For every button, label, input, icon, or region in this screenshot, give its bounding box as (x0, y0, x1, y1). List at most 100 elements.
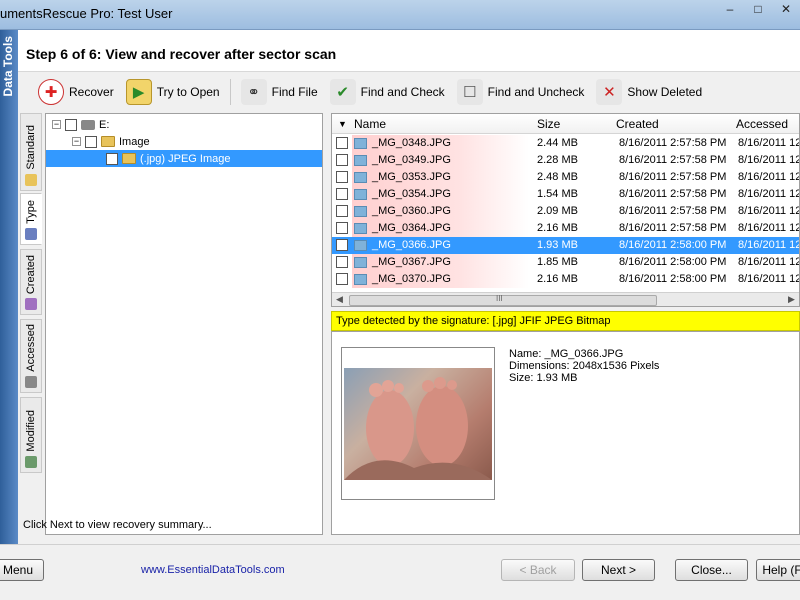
toolbar: ✚ Recover ▶ Try to Open ⚭ Find File ✔ Fi… (18, 73, 800, 111)
jpeg-file-icon (354, 240, 367, 251)
jpeg-file-icon (354, 206, 367, 217)
file-list: ▼ Name Size Created Accessed _MG_0348.JP… (331, 113, 800, 307)
jpeg-file-icon (354, 138, 367, 149)
status-text: Click Next to view recovery summary... (23, 519, 212, 531)
website-link[interactable]: www.EssentialDataTools.com (141, 564, 285, 576)
try-to-open-button[interactable]: ▶ Try to Open (120, 75, 226, 109)
show-deleted-label: Show Deleted (627, 85, 703, 99)
row-checkbox[interactable] (336, 222, 348, 234)
binoculars-check-icon: ✔ (329, 79, 356, 105)
find-file-label: Find File (271, 85, 318, 99)
table-row[interactable]: _MG_0366.JPG 1.93 MB 8/16/2011 2:58:00 PM 8… (332, 237, 799, 254)
modified-icon (25, 456, 37, 468)
column-accessed[interactable]: Accessed (736, 117, 788, 131)
cell-accessed: 8/16/2011 12 (738, 188, 800, 200)
tree-node-drive[interactable]: − E: (52, 116, 109, 133)
table-row[interactable]: _MG_0360.JPG 2.09 MB 8/16/2011 2:57:58 PM 8… (332, 203, 799, 220)
collapse-toggle-icon[interactable]: − (72, 137, 81, 146)
window-title: umentsRescue Pro: Test User (0, 6, 173, 21)
tab-created[interactable]: Created (20, 249, 42, 315)
minimize-button[interactable]: – (716, 0, 744, 20)
list-header: ▼ Name Size Created Accessed (332, 114, 799, 134)
scroll-grip: III (496, 294, 503, 303)
cell-created: 8/16/2011 2:57:58 PM (619, 188, 727, 200)
find-and-uncheck-button[interactable]: ☐ Find and Uncheck (451, 75, 591, 109)
cell-name: _MG_0348.JPG (372, 137, 451, 149)
menu-button[interactable]: Menu (0, 559, 44, 581)
drive-icon (81, 119, 95, 130)
back-label: < Back (519, 563, 557, 577)
table-row[interactable]: _MG_0354.JPG 1.54 MB 8/16/2011 2:57:58 PM 8… (332, 186, 800, 203)
file-info: Name: _MG_0366.JPG Dimensions: 2048x1536… (509, 348, 659, 384)
close-window-button[interactable]: ✕ (772, 0, 800, 20)
tree-node-jpeg[interactable]: (.jpg) JPEG Image (46, 150, 322, 167)
scroll-thumb[interactable]: III (349, 294, 657, 306)
jpeg-file-icon (354, 274, 367, 285)
next-label: Next > (600, 563, 636, 577)
row-checkbox[interactable] (336, 188, 348, 200)
table-row[interactable]: _MG_0370.JPG 2.16 MB 8/16/2011 2:58:00 PM 8… (332, 271, 800, 288)
help-button[interactable]: Help (F (756, 559, 800, 581)
table-row[interactable]: _MG_0364.JPG 2.16 MB 8/16/2011 2:57:58 PM 8… (332, 220, 799, 237)
maximize-button[interactable]: □ (744, 0, 772, 20)
find-file-button[interactable]: ⚭ Find File (235, 75, 324, 109)
back-button[interactable]: < Back (501, 559, 575, 581)
toolbar-separator (229, 79, 231, 105)
tree-checkbox[interactable] (85, 135, 97, 148)
tree-checkbox[interactable] (106, 152, 118, 165)
column-created[interactable]: Created (616, 117, 659, 131)
tab-accessed[interactable]: Accessed (20, 319, 42, 393)
jpeg-file-icon (354, 172, 367, 183)
cell-accessed: 8/16/2011 12 (738, 137, 800, 149)
cell-name: _MG_0360.JPG (372, 205, 451, 217)
tab-standard[interactable]: Standard (20, 113, 42, 191)
row-checkbox[interactable] (336, 256, 348, 268)
row-checkbox[interactable] (336, 239, 348, 251)
cell-accessed: 8/16/2011 12 (738, 154, 800, 166)
cell-size: 1.85 MB (537, 256, 578, 268)
table-row[interactable]: _MG_0348.JPG 2.44 MB 8/16/2011 2:57:58 PM 8… (332, 135, 800, 152)
cell-accessed: 8/16/2011 12 (738, 273, 800, 285)
signature-bar: Type detected by the signature: [.jpg] J… (331, 311, 800, 331)
help-label: Help (F (762, 563, 800, 577)
tab-type[interactable]: Type (20, 193, 42, 245)
jpeg-file-icon (354, 155, 367, 166)
horizontal-scrollbar[interactable]: ◀ III ▶ (332, 292, 799, 306)
side-tabs: Standard Type Created Accessed Modified (18, 113, 44, 503)
row-checkbox[interactable] (336, 205, 348, 217)
table-row[interactable]: _MG_0353.JPG 2.48 MB 8/16/2011 2:57:58 PM 8… (332, 169, 799, 186)
row-checkbox[interactable] (336, 171, 348, 183)
cell-created: 8/16/2011 2:57:58 PM (619, 154, 727, 166)
show-deleted-button[interactable]: ✕ Show Deleted (590, 75, 708, 109)
cell-size: 1.54 MB (537, 188, 578, 200)
sort-arrow-icon: ▼ (338, 119, 347, 129)
tree-checkbox[interactable] (65, 118, 77, 131)
cell-name: _MG_0370.JPG (372, 273, 451, 285)
scroll-left-icon[interactable]: ◀ (336, 294, 343, 305)
brand-strip: Data Tools (0, 30, 18, 550)
recover-button[interactable]: ✚ Recover (32, 75, 120, 109)
table-row[interactable]: _MG_0367.JPG 1.85 MB 8/16/2011 2:58:00 PM 8… (332, 254, 799, 271)
scroll-right-icon[interactable]: ▶ (788, 294, 795, 305)
cell-name: _MG_0364.JPG (372, 222, 451, 234)
column-name[interactable]: Name (354, 117, 386, 131)
close-button[interactable]: Close... (675, 559, 748, 581)
row-checkbox[interactable] (336, 273, 348, 285)
cell-created: 8/16/2011 2:57:58 PM (619, 222, 727, 234)
collapse-toggle-icon[interactable]: − (52, 120, 61, 129)
cell-created: 8/16/2011 2:57:58 PM (619, 137, 727, 149)
column-size[interactable]: Size (537, 117, 560, 131)
cell-created: 8/16/2011 2:58:00 PM (619, 273, 727, 285)
find-and-check-button[interactable]: ✔ Find and Check (324, 75, 451, 109)
cell-created: 8/16/2011 2:57:58 PM (619, 171, 727, 183)
row-checkbox[interactable] (336, 154, 348, 166)
table-row[interactable]: _MG_0349.JPG 2.28 MB 8/16/2011 2:57:58 PM 8… (332, 152, 800, 169)
photo-thumbnail (344, 368, 492, 480)
tab-modified[interactable]: Modified (20, 397, 42, 473)
cell-size: 2.28 MB (537, 154, 578, 166)
row-checkbox[interactable] (336, 137, 348, 149)
tab-created-label: Created (25, 254, 37, 294)
tree-node-image[interactable]: − Image (72, 133, 150, 150)
cell-size: 2.16 MB (537, 222, 578, 234)
next-button[interactable]: Next > (582, 559, 655, 581)
